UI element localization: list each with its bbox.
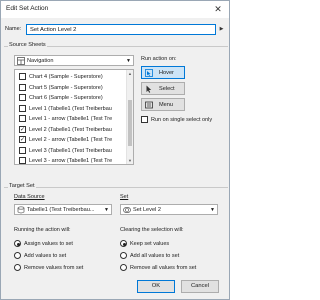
- name-menu-arrow-icon[interactable]: ▶: [218, 25, 225, 34]
- chevron-down-icon: ▼: [126, 58, 131, 64]
- sheet-label: Level 3 - arrow (Tabelle1 (Test Tre: [29, 158, 113, 164]
- sheet-label: Level 2 - arrow (Tabelle1 (Test Tre: [29, 137, 113, 143]
- scroll-thumb[interactable]: [128, 100, 132, 146]
- sheet-checkbox[interactable]: [19, 83, 26, 91]
- radio-button[interactable]: [120, 264, 127, 271]
- sheet-label: Level 2 (Tabelle1 (Test Treiberbau: [29, 126, 112, 133]
- sheet-checkbox[interactable]: ✓: [19, 125, 26, 133]
- cancel-button[interactable]: Cancel: [181, 280, 219, 293]
- scroll-up-icon[interactable]: ▲: [127, 70, 133, 77]
- select-label: Select: [159, 86, 175, 92]
- sheet-checkbox[interactable]: [19, 73, 26, 80]
- ok-button[interactable]: OK: [137, 280, 175, 293]
- sheet-label: Level 3 (Tabelle1 (Test Treiberbau: [29, 147, 112, 154]
- running-option-label: Remove values from set: [24, 264, 84, 271]
- menu-label: Menu: [159, 102, 173, 108]
- chevron-down-icon: ▼: [210, 207, 215, 213]
- title-bar: Edit Set Action ✕: [1, 1, 229, 18]
- list-item[interactable]: Level 1 - arrow (Tabelle1 (Test Tre: [15, 114, 127, 124]
- data-source-value: Tabelle1 (Test Treiberbau...: [27, 206, 95, 213]
- run-action-label: Run action on:: [141, 56, 177, 62]
- source-sheet-value: Navigation: [27, 57, 54, 64]
- source-sheets-label: Source Sheets: [8, 42, 47, 48]
- sheet-checkbox[interactable]: [19, 115, 26, 122]
- name-label: Name:: [5, 26, 22, 32]
- dashboard-icon: [17, 57, 25, 65]
- sheet-checkbox[interactable]: [19, 94, 26, 101]
- single-select-label: Run on single select only: [151, 116, 213, 123]
- list-item[interactable]: ✓ Level 2 (Tabelle1 (Test Treiberbau: [15, 125, 127, 135]
- running-option-label: Add values to set: [24, 252, 67, 259]
- source-sheet-dropdown[interactable]: Navigation ▼: [14, 55, 134, 66]
- radio-button[interactable]: [14, 264, 21, 271]
- radio-button[interactable]: [14, 240, 21, 247]
- list-item[interactable]: ✓ Level 2 - arrow (Tabelle1 (Test Tre: [15, 135, 127, 145]
- set-value: Set Level 2: [133, 206, 161, 213]
- radio-button[interactable]: [120, 240, 127, 247]
- clearing-option-label: Keep set values: [130, 240, 170, 247]
- list-item[interactable]: Level 3 - arrow (Tabelle1 (Test Tre: [15, 156, 127, 164]
- list-item[interactable]: Chart 5 (Sample - Superstore): [15, 83, 127, 93]
- set-icon: [123, 207, 131, 213]
- menu-button[interactable]: Menu: [141, 98, 185, 111]
- radio-dot: [122, 242, 126, 246]
- select-button[interactable]: Select: [141, 82, 185, 95]
- source-sheets-list[interactable]: Chart 4 (Sample - Superstore) Chart 5 (Sa…: [14, 69, 134, 165]
- sheet-checkbox[interactable]: [19, 157, 26, 164]
- clearing-label: Clearing the selection will:: [120, 227, 184, 233]
- edit-set-action-dialog: Edit Set Action ✕ Name: Set Action Level…: [0, 0, 230, 300]
- data-source-dropdown[interactable]: Tabelle1 (Test Treiberbau... ▼: [14, 204, 112, 215]
- set-dropdown[interactable]: Set Level 2 ▼: [120, 204, 218, 215]
- single-select-box[interactable]: [141, 116, 148, 123]
- radio-button[interactable]: [14, 252, 21, 259]
- running-label: Running the action will:: [14, 227, 71, 233]
- hover-label: Hover: [159, 70, 174, 76]
- window-title: Edit Set Action: [6, 5, 49, 12]
- list-item[interactable]: Chart 4 (Sample - Superstore): [15, 72, 127, 82]
- clearing-option-label: Remove all values from set: [130, 264, 197, 271]
- chevron-down-icon: ▼: [104, 207, 109, 213]
- sheet-label: Chart 4 (Sample - Superstore): [29, 74, 103, 80]
- list-item[interactable]: Chart 6 (Sample - Superstore): [15, 93, 127, 103]
- sheet-label: Chart 6 (Sample - Superstore): [29, 95, 103, 101]
- hover-button[interactable]: Hover: [141, 66, 185, 79]
- sheet-label: Chart 5 (Sample - Superstore): [29, 84, 103, 91]
- target-set-label: Target Set: [8, 183, 36, 189]
- running-option-label: Assign values to set: [24, 240, 73, 247]
- scroll-down-icon[interactable]: ▼: [127, 157, 133, 164]
- list-scrollbar[interactable]: ▲ ▼: [126, 70, 133, 164]
- menu-icon: [145, 101, 153, 109]
- list-item[interactable]: Level 3 (Tabelle1 (Test Treiberbau: [15, 146, 127, 156]
- clearing-option-label: Add all values to set: [130, 252, 180, 259]
- sheet-checkbox[interactable]: [19, 146, 26, 154]
- target-set-divider: [4, 187, 228, 188]
- hover-icon: [145, 69, 153, 77]
- radio-button[interactable]: [120, 252, 127, 259]
- close-icon[interactable]: ✕: [211, 2, 225, 16]
- data-source-label: Data Source: [14, 194, 45, 200]
- name-input[interactable]: Set Action Level 2: [26, 24, 216, 35]
- sheet-checkbox[interactable]: ✓: [19, 136, 26, 143]
- select-cursor-icon: [146, 85, 152, 93]
- sheet-label: Level 1 (Tabelle1 (Test Treiberbau: [29, 105, 112, 112]
- set-label: Set: [120, 194, 129, 200]
- sheet-checkbox[interactable]: [19, 104, 26, 112]
- list-item[interactable]: Level 1 (Tabelle1 (Test Treiberbau: [15, 104, 127, 114]
- database-icon: [17, 206, 25, 214]
- radio-dot: [16, 242, 20, 246]
- sheet-label: Level 1 - arrow (Tabelle1 (Test Tre: [29, 116, 113, 122]
